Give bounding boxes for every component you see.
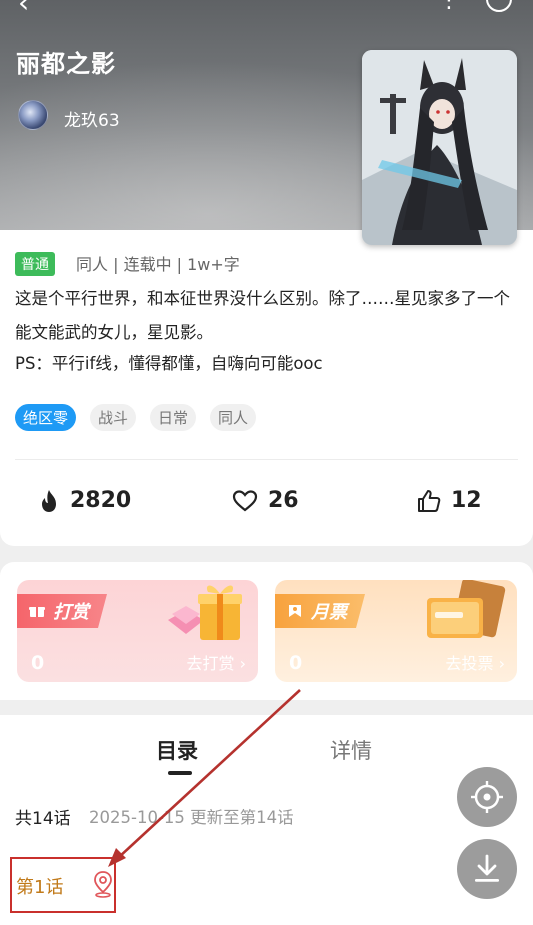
tag-item[interactable]: 战斗 xyxy=(90,404,137,431)
ticket-art-icon xyxy=(427,580,506,638)
thumb-count: 12 xyxy=(451,488,482,513)
active-tab-indicator xyxy=(168,771,192,775)
novel-ps-note: PS：平行if线，懂得都懂，自嗨向可能ooc xyxy=(15,354,323,373)
tag-item[interactable]: 绝区零 xyxy=(15,404,77,431)
heart-icon xyxy=(232,489,258,511)
novel-meta: 同人 | 连载中 | 1w+字 xyxy=(76,255,240,274)
like-stat[interactable]: 26 xyxy=(232,488,299,513)
like-count: 26 xyxy=(268,488,299,513)
update-info: 2025-10-15 更新至第14话 xyxy=(89,808,294,827)
novel-title: 丽都之影 xyxy=(16,50,116,78)
reward-count: 0 xyxy=(31,652,45,674)
author-name[interactable]: 龙玖63 xyxy=(64,106,120,131)
divider xyxy=(15,459,518,460)
share-icon[interactable]: ⋮ xyxy=(438,0,460,13)
heat-stat: 2820 xyxy=(38,488,131,513)
tab-details[interactable]: 详情 xyxy=(330,735,372,765)
download-button[interactable] xyxy=(457,839,517,899)
thumb-stat[interactable]: 12 xyxy=(417,488,482,513)
thumbs-up-icon xyxy=(418,489,441,512)
tab-catalog[interactable]: 目录 xyxy=(156,735,198,765)
novel-description: 这是个平行世界，和本征世界没什么区别。除了……星见家多了一个能文能武的女儿，星见… xyxy=(15,289,510,342)
crosshair-icon xyxy=(471,781,503,813)
back-icon[interactable]: ‹ xyxy=(18,0,29,19)
location-pin-icon xyxy=(94,871,112,898)
gift-box-icon xyxy=(168,585,242,640)
reward-button[interactable]: 去打赏 › xyxy=(187,650,247,674)
download-icon xyxy=(475,854,499,882)
cover-image[interactable] xyxy=(362,50,517,245)
reward-panel[interactable]: 打赏 0 去打赏 › xyxy=(17,580,258,682)
tag-item[interactable]: 同人 xyxy=(210,404,257,431)
monthly-ticket-panel[interactable]: 月票 0 去投票 › xyxy=(275,580,517,682)
chapter-item-1[interactable]: 第1话 xyxy=(16,873,63,899)
tag-list: 绝区零 战斗 日常 同人 xyxy=(15,404,257,431)
ticket-icon xyxy=(289,605,301,617)
info-card: 普通 同人 | 连载中 | 1w+字 这是个平行世界，和本征世界没什么区别。除了… xyxy=(0,230,533,546)
support-card: 打赏 0 去打赏 › 月票 0 去投票 › xyxy=(0,562,533,700)
gift-icon xyxy=(29,607,45,617)
locate-button[interactable] xyxy=(457,767,517,827)
reward-label: 打赏 xyxy=(17,594,107,628)
type-badge: 普通 xyxy=(15,252,55,276)
flame-icon xyxy=(42,489,56,512)
heat-count: 2820 xyxy=(70,488,132,513)
chapter-total: 共14话 xyxy=(15,809,71,829)
monthly-ticket-label: 月票 xyxy=(275,594,365,628)
more-icon[interactable] xyxy=(486,0,512,12)
author-avatar[interactable] xyxy=(18,100,48,130)
monthly-ticket-count: 0 xyxy=(289,652,303,674)
tag-item[interactable]: 日常 xyxy=(150,404,197,431)
vote-button[interactable]: 去投票 › xyxy=(446,650,506,674)
